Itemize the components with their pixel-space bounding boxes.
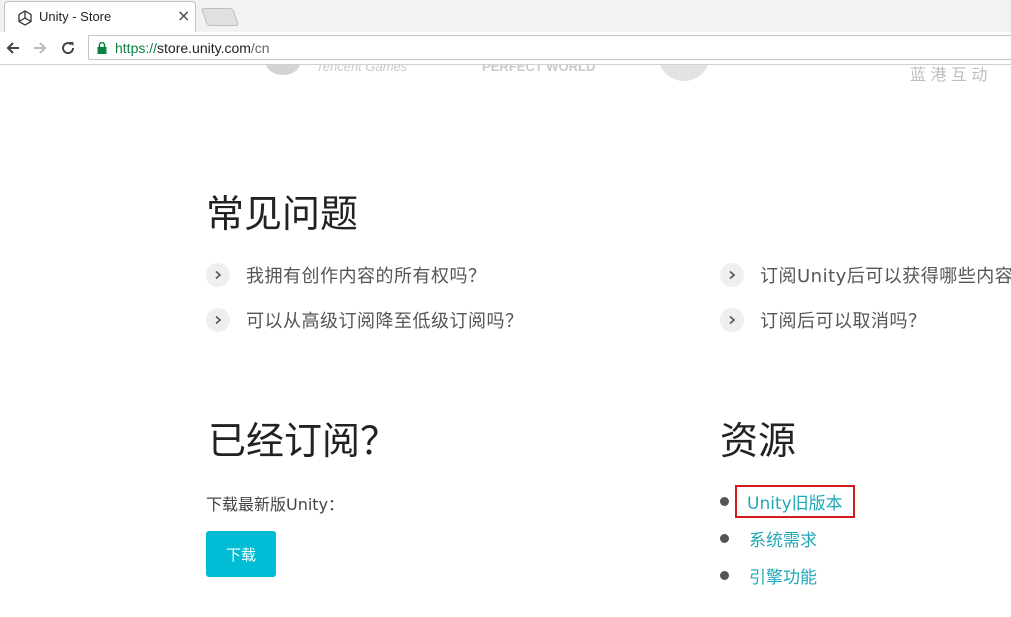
faq-item[interactable]: 可以从高级订阅降至低级订阅吗？ xyxy=(206,307,524,333)
address-bar[interactable]: https://store.unity.com/cn xyxy=(88,35,1011,60)
chevron-right-icon xyxy=(720,263,744,287)
chevron-right-icon xyxy=(720,308,744,332)
url-path: /cn xyxy=(250,40,270,56)
perfect-world-logo-text: PERFECT WORLD xyxy=(482,65,596,74)
faq-question: 订阅Unity后可以获得哪些内容 xyxy=(760,266,1011,287)
lantern-logo-text: 蓝 港 互 动 xyxy=(910,67,988,84)
download-button[interactable]: 下载 xyxy=(206,531,276,577)
arrow-right-icon xyxy=(34,42,47,54)
new-tab-button[interactable] xyxy=(200,8,240,26)
reload-button[interactable] xyxy=(58,38,78,58)
unity-legacy-versions-link[interactable]: Unity旧版本 xyxy=(735,484,855,518)
tencent-logo-icon xyxy=(266,65,300,75)
unity-logo-icon xyxy=(18,10,32,26)
bullet-icon xyxy=(720,533,729,543)
url-scheme: https:// xyxy=(115,40,158,56)
tab-close-button[interactable]: × xyxy=(177,7,190,25)
browser-tab[interactable]: Unity - Store × xyxy=(4,1,196,32)
faq-item[interactable]: 订阅Unity后可以获得哪些内容 xyxy=(720,262,1011,288)
forward-button[interactable] xyxy=(30,38,50,58)
partner-emblem-icon xyxy=(658,65,710,81)
faq-item[interactable]: 订阅后可以取消吗？ xyxy=(720,307,927,333)
arrow-left-icon xyxy=(6,42,19,54)
chevron-right-icon xyxy=(206,308,230,332)
faq-question: 订阅后可以取消吗？ xyxy=(760,311,927,332)
tab-title: Unity - Store xyxy=(39,9,112,24)
lock-icon xyxy=(97,42,107,54)
bullet-icon xyxy=(720,570,729,580)
bullet-icon xyxy=(720,496,729,506)
url-host: store.unity.com xyxy=(157,40,251,56)
resources-title: 资源 xyxy=(720,419,797,463)
tencent-logo-text: Tencent Games xyxy=(316,65,408,74)
faq-question: 我拥有创作内容的所有权吗？ xyxy=(246,266,487,287)
engine-features-link[interactable]: 引擎功能 xyxy=(749,563,817,588)
back-button[interactable] xyxy=(3,38,23,58)
chevron-right-icon xyxy=(206,263,230,287)
partner-logos: Tencent Games PERFECT WORLD 蓝 港 互 动 xyxy=(0,65,1011,85)
browser-toolbar: https://store.unity.com/cn xyxy=(0,32,1011,65)
url-text: https://store.unity.com/cn xyxy=(115,40,270,56)
resource-item: Unity旧版本 xyxy=(720,484,855,518)
faq-question: 可以从高级订阅降至低级订阅吗？ xyxy=(246,311,524,332)
tab-bar: Unity - Store × xyxy=(0,0,1011,33)
system-requirements-link[interactable]: 系统需求 xyxy=(749,526,817,551)
resource-item: 引擎功能 xyxy=(720,562,817,588)
faq-item[interactable]: 我拥有创作内容的所有权吗？ xyxy=(206,262,487,288)
reload-icon xyxy=(62,42,75,55)
resource-item: 系统需求 xyxy=(720,525,817,551)
subscribed-title: 已经订阅？ xyxy=(208,419,399,463)
faq-title: 常见问题 xyxy=(206,192,359,236)
download-lead-text: 下载最新版Unity： xyxy=(206,495,345,514)
